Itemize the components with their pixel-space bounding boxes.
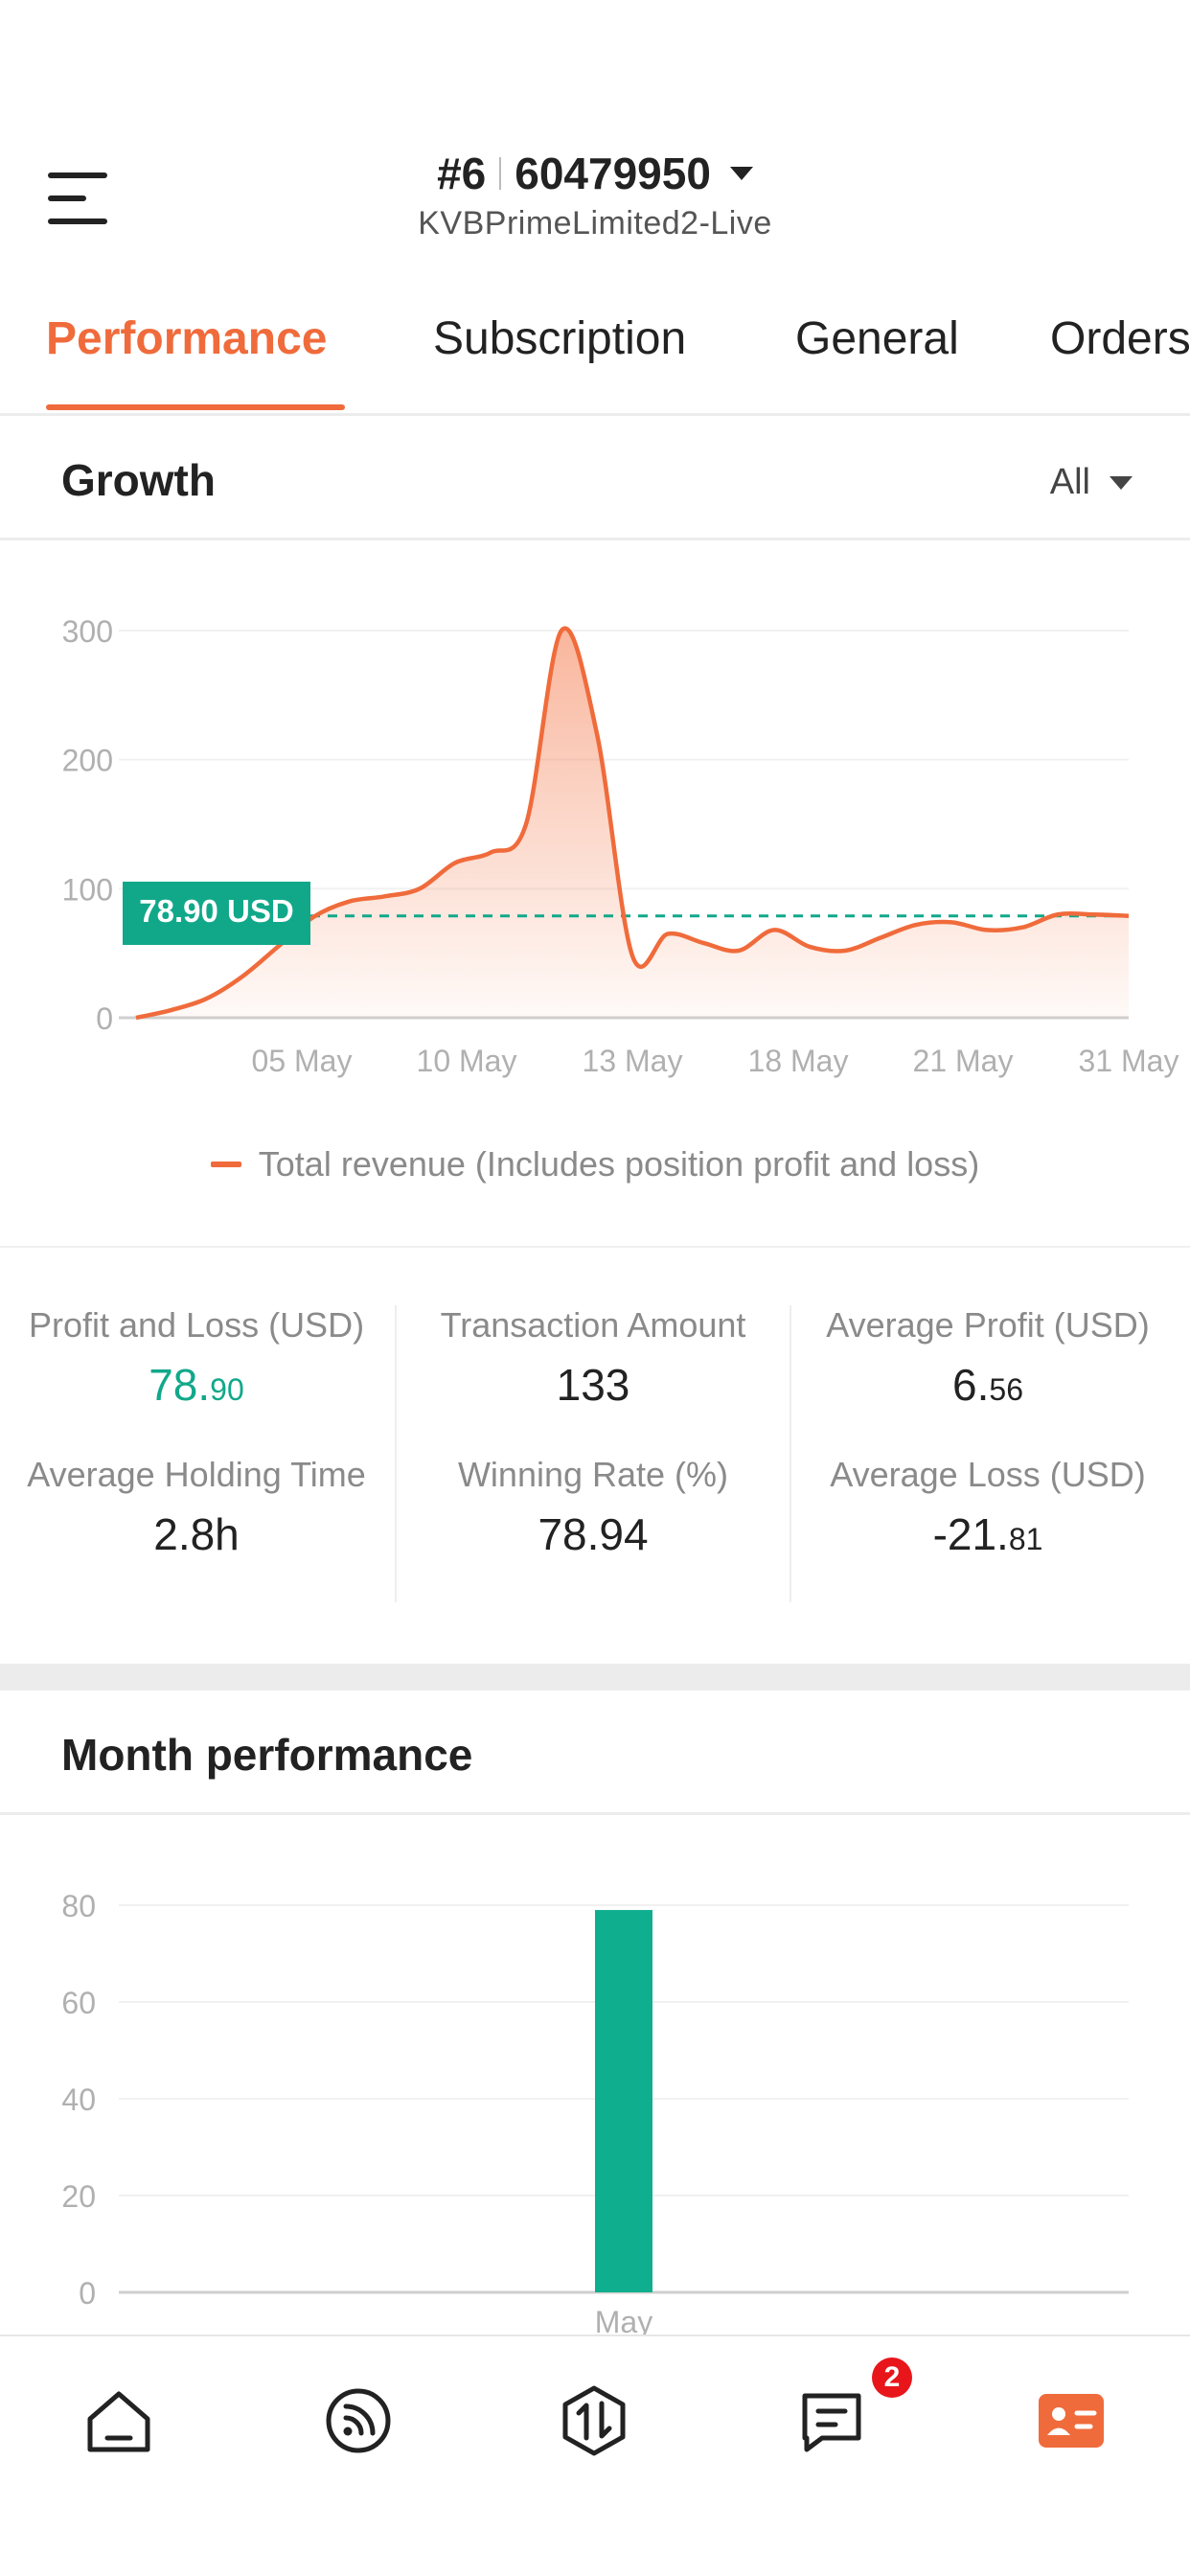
section-separator	[0, 1664, 1190, 1690]
legend-label: Total revenue (Includes position profit …	[258, 1144, 980, 1184]
active-tab-indicator	[46, 404, 345, 410]
stat-value: 78.94	[538, 1509, 649, 1559]
stat-value: -21.81	[932, 1509, 1043, 1559]
growth-legend: Total revenue (Includes position profit …	[0, 1144, 1190, 1184]
stat-value: 133	[556, 1360, 630, 1410]
stat-average-holding-time: Average Holding Time 2.8h	[0, 1455, 393, 1604]
server-name: KVBPrimeLimited2-Live	[418, 205, 772, 242]
y-tick-label: 40	[61, 2082, 96, 2117]
bottom-tab-bar: 2	[0, 2334, 1190, 2576]
home-icon[interactable]	[80, 2382, 157, 2459]
current-value-label: 78.90 USD	[139, 893, 293, 929]
growth-filter-dropdown[interactable]: All	[1050, 462, 1133, 503]
month-performance-title: Month performance	[61, 1730, 473, 1780]
stats-column-2: Transaction Amount 133 Winning Rate (%) …	[397, 1305, 790, 1604]
tab-subscription[interactable]: Subscription	[433, 312, 686, 365]
app-header: #6 60479950 KVBPrimeLimited2-Live	[0, 126, 1190, 270]
x-tick-label: 05 May	[252, 1044, 353, 1078]
month-performance-header: Month performance	[0, 1690, 1190, 1815]
y-tick-label: 0	[79, 2276, 96, 2311]
growth-filter-label: All	[1049, 462, 1090, 502]
stat-label: Average Loss (USD)	[830, 1455, 1146, 1494]
stat-value: 2.8h	[153, 1509, 240, 1559]
stat-label: Winning Rate (%)	[457, 1455, 729, 1494]
y-tick-label: 0	[96, 1001, 113, 1036]
y-tick-label: 60	[61, 1986, 96, 2020]
bar-may	[595, 1910, 652, 2292]
growth-title: Growth	[61, 455, 216, 505]
stat-profit-and-loss: Profit and Loss (USD) 78.90	[0, 1305, 393, 1455]
current-value-tag: 78.90 USD	[123, 882, 310, 945]
y-tick-label: 20	[61, 2179, 96, 2214]
stats-column-1: Profit and Loss (USD) 78.90 Average Hold…	[0, 1305, 393, 1604]
legend-swatch	[210, 1162, 241, 1167]
messages-icon[interactable]	[793, 2382, 870, 2459]
stat-value: 6.56	[952, 1360, 1023, 1410]
stat-winning-rate: Winning Rate (%) 78.94	[397, 1455, 790, 1604]
account-separator	[499, 157, 502, 190]
stat-label: Profit and Loss (USD)	[28, 1305, 365, 1345]
trade-icon[interactable]	[556, 2382, 632, 2459]
growth-chart-svg: 0 100 200 300 05 May 10 May 13 May 18 May 21 May…	[62, 614, 1179, 1078]
y-tick-label: 100	[62, 872, 113, 907]
stat-label: Transaction Amount	[440, 1305, 746, 1345]
x-tick-label: 13 May	[583, 1044, 683, 1078]
account-selector[interactable]: #6 60479950 KVBPrimeLimited2-Live	[0, 148, 1190, 242]
y-tick-label: 80	[61, 1889, 96, 1923]
chevron-down-icon	[729, 167, 753, 180]
x-tick-label: May	[595, 2305, 652, 2334]
stat-value: 78.90	[149, 1360, 244, 1410]
chevron-down-icon	[1110, 475, 1133, 490]
stat-average-profit: Average Profit (USD) 6.56	[791, 1305, 1184, 1455]
stat-label: Average Holding Time	[27, 1455, 366, 1494]
tab-general[interactable]: General	[795, 312, 959, 365]
tab-bar: Performance Subscription General Orders	[0, 270, 1190, 416]
x-tick-label: 18 May	[748, 1044, 849, 1078]
status-bar	[0, 0, 1190, 126]
tab-orders[interactable]: Orders	[1050, 312, 1190, 365]
stat-label: Average Profit (USD)	[826, 1305, 1150, 1345]
y-tick-label: 200	[62, 744, 113, 778]
month-performance-chart: 0 20 40 60 80 May	[0, 1817, 1190, 2339]
profile-card-icon[interactable]	[1033, 2382, 1110, 2459]
x-tick-label: 10 May	[417, 1044, 517, 1078]
feed-icon[interactable]	[320, 2382, 397, 2459]
month-chart-svg: 0 20 40 60 80 May	[61, 1889, 1129, 2339]
stat-average-loss: Average Loss (USD) -21.81	[791, 1455, 1184, 1604]
x-tick-label: 31 May	[1079, 1044, 1179, 1078]
tab-performance[interactable]: Performance	[46, 312, 327, 365]
stats-panel: Profit and Loss (USD) 78.90 Average Hold…	[0, 1246, 1190, 1668]
growth-header: Growth All	[0, 416, 1190, 540]
stat-transaction-amount: Transaction Amount 133	[397, 1305, 790, 1455]
growth-chart: 0 100 200 300 05 May 10 May 13 May 18 May 21 May…	[0, 540, 1190, 1246]
messages-badge: 2	[872, 2358, 912, 2398]
x-tick-label: 21 May	[913, 1044, 1014, 1078]
stats-column-3: Average Profit (USD) 6.56 Average Loss (…	[791, 1305, 1184, 1604]
account-number: 60479950	[515, 149, 711, 198]
account-rank: #6	[437, 149, 487, 198]
y-tick-label: 300	[62, 614, 113, 649]
